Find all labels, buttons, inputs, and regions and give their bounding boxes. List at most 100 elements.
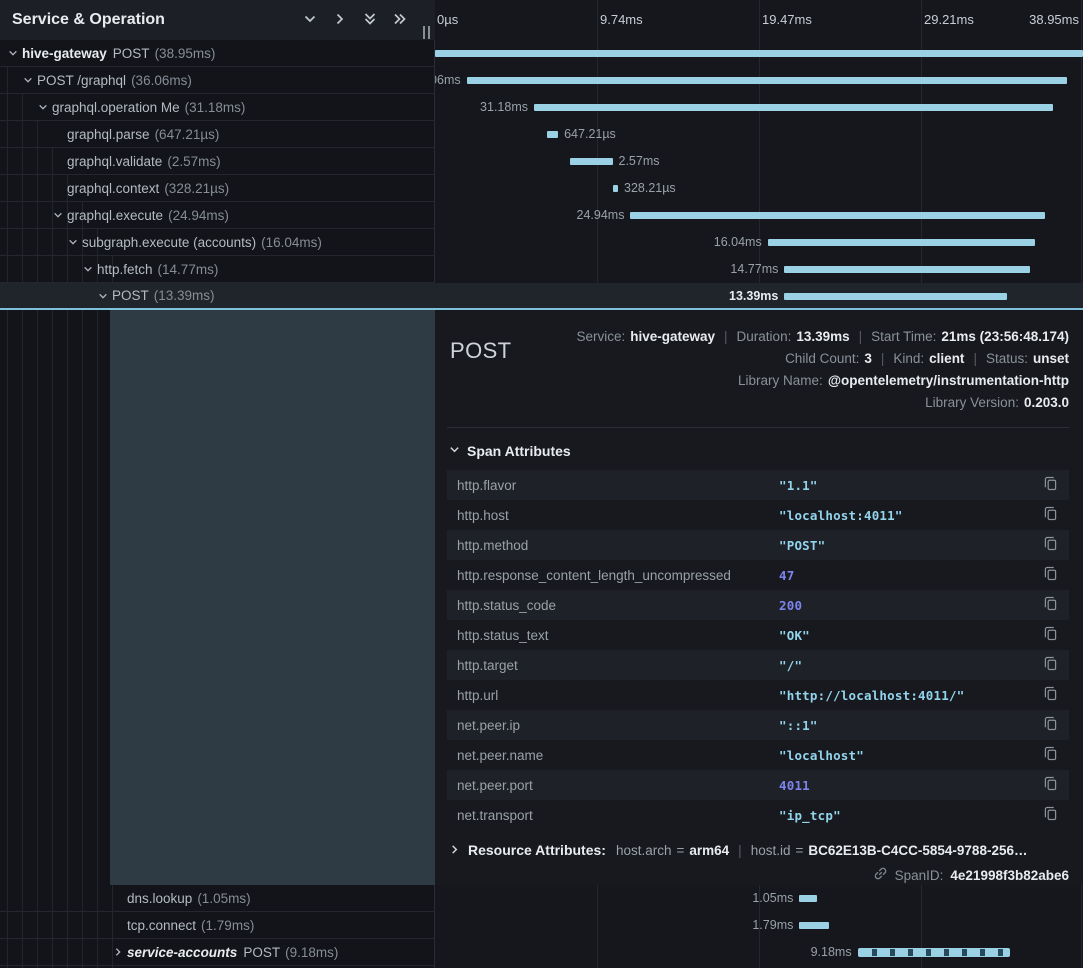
- span-detail-spacer: [110, 310, 435, 885]
- span-timeline-cell: 1.05ms: [435, 885, 1083, 912]
- span-timeline-cell: 14.77ms: [435, 256, 1083, 283]
- span-bar[interactable]: [467, 77, 1067, 84]
- attribute-key: net.transport: [457, 808, 779, 823]
- separator: |: [738, 843, 742, 858]
- span-attributes-toggle[interactable]: Span Attributes: [447, 442, 1069, 460]
- span-bar[interactable]: [630, 212, 1045, 219]
- summary-value: hive-gateway: [630, 329, 715, 344]
- operation-name: graphql.validate: [67, 154, 162, 169]
- copy-button[interactable]: [1039, 656, 1057, 674]
- span-bar[interactable]: [799, 922, 829, 929]
- summary-value: 21ms (23:56:48.174): [941, 329, 1069, 344]
- copy-icon: [1044, 746, 1057, 764]
- copy-button[interactable]: [1039, 506, 1057, 524]
- header: Service & Operation 0µs9.74ms19.47ms29.2…: [0, 0, 1083, 40]
- chevron-down-icon[interactable]: [23, 75, 37, 85]
- span-duration: (14.77ms): [158, 262, 219, 277]
- operation-name: POST: [113, 46, 150, 61]
- span-bar[interactable]: [799, 895, 816, 902]
- copy-button[interactable]: [1039, 776, 1057, 794]
- summary-label: Start Time:: [871, 329, 936, 344]
- span-label[interactable]: POST /graphql(36.06ms): [0, 67, 435, 94]
- span-label[interactable]: service-accountsPOST(9.18ms): [0, 939, 435, 966]
- copy-button[interactable]: [1039, 476, 1057, 494]
- chevron-down-icon[interactable]: [68, 237, 82, 247]
- equals-sign: =: [676, 843, 684, 858]
- span-id-line: SpanID: 4e21998f3b82abe6: [447, 866, 1069, 884]
- summary-value: 13.39ms: [796, 329, 849, 344]
- span-label[interactable]: tcp.connect(1.79ms): [0, 912, 435, 939]
- span-duration: (328.21µs): [164, 181, 229, 196]
- span-label[interactable]: subgraph.execute (accounts)(16.04ms): [0, 229, 435, 256]
- chevron-down-icon[interactable]: [38, 102, 52, 112]
- chevron-down-icon[interactable]: [98, 291, 112, 301]
- span-bar[interactable]: [435, 50, 1083, 57]
- operation-name: graphql.parse: [67, 127, 150, 142]
- chevron-right-icon[interactable]: [113, 947, 127, 957]
- chevron-down-button[interactable]: [303, 12, 317, 29]
- copy-button[interactable]: [1039, 746, 1057, 764]
- attribute-value: "1.1": [779, 478, 1039, 493]
- operation-name: graphql.operation Me: [52, 100, 180, 115]
- span-label[interactable]: graphql.parse(647.21µs): [0, 121, 435, 148]
- attribute-value: 200: [779, 598, 1039, 613]
- bar-duration-label: 2.57ms: [619, 148, 660, 175]
- attribute-value: "localhost:4011": [779, 508, 1039, 523]
- span-label[interactable]: POST(13.39ms): [0, 283, 435, 308]
- operation-name: dns.lookup: [127, 891, 192, 906]
- span-bar[interactable]: [547, 131, 558, 138]
- span-label[interactable]: dns.lookup (1.05ms): [0, 885, 435, 912]
- copy-button[interactable]: [1039, 566, 1057, 584]
- copy-icon: [1044, 656, 1057, 674]
- operation-name: graphql.execute: [67, 208, 163, 223]
- copy-button[interactable]: [1039, 626, 1057, 644]
- summary-line: Library Version:0.203.0: [447, 392, 1069, 414]
- chevron-right-icon: [449, 843, 460, 858]
- chevron-down-icon[interactable]: [83, 264, 97, 274]
- operation-name: tcp.connect: [127, 918, 196, 933]
- chevron-right-button[interactable]: [333, 12, 347, 29]
- span-bar[interactable]: [613, 185, 618, 192]
- panel-resize-handle[interactable]: [423, 26, 430, 39]
- copy-icon: [1044, 566, 1057, 584]
- bar-duration-label: 31.18ms: [480, 94, 528, 121]
- bar-duration-label: 1.05ms: [752, 885, 793, 912]
- span-bar[interactable]: [858, 948, 1011, 957]
- span-row: graphql.execute(24.94ms)24.94ms: [0, 202, 1083, 229]
- copy-icon: [1044, 716, 1057, 734]
- span-label[interactable]: http.fetch(14.77ms): [0, 256, 435, 283]
- link-icon[interactable]: [873, 866, 888, 884]
- copy-button[interactable]: [1039, 536, 1057, 554]
- copy-button[interactable]: [1039, 596, 1057, 614]
- chevron-down-icon[interactable]: [8, 48, 22, 58]
- span-bar[interactable]: [534, 104, 1053, 111]
- span-bar[interactable]: [784, 266, 1030, 273]
- span-row: subgraph.execute (accounts)(16.04ms)16.0…: [0, 229, 1083, 256]
- chevron-down-icon[interactable]: [53, 210, 67, 220]
- span-label[interactable]: hive-gatewayPOST(38.95ms): [0, 40, 435, 67]
- span-timeline-cell: 2.57ms: [435, 148, 1083, 175]
- double-chevron-down-button[interactable]: [363, 12, 377, 29]
- span-label[interactable]: graphql.context(328.21µs): [0, 175, 435, 202]
- separator: |: [881, 351, 885, 366]
- span-bar[interactable]: [570, 158, 613, 165]
- span-label[interactable]: graphql.execute(24.94ms): [0, 202, 435, 229]
- copy-button[interactable]: [1039, 686, 1057, 704]
- summary-label: Status:: [986, 351, 1028, 366]
- span-bar[interactable]: [784, 293, 1007, 300]
- copy-icon: [1044, 806, 1057, 824]
- span-duration: (1.05ms): [197, 891, 250, 906]
- attribute-key: http.status_text: [457, 628, 779, 643]
- summary-value: 3: [864, 351, 872, 366]
- copy-button[interactable]: [1039, 716, 1057, 734]
- copy-icon: [1044, 506, 1057, 524]
- span-label[interactable]: graphql.validate(2.57ms): [0, 148, 435, 175]
- span-bar[interactable]: [768, 239, 1035, 246]
- double-chevron-right-button[interactable]: [393, 12, 407, 29]
- span-label[interactable]: graphql.operation Me(31.18ms): [0, 94, 435, 121]
- operation-name: POST: [243, 945, 280, 960]
- timeline-tick: 0µs: [437, 0, 458, 40]
- copy-button[interactable]: [1039, 806, 1057, 824]
- attribute-value: "ip_tcp": [779, 808, 1039, 823]
- resource-attributes-toggle[interactable]: Resource Attributes:: [449, 842, 616, 858]
